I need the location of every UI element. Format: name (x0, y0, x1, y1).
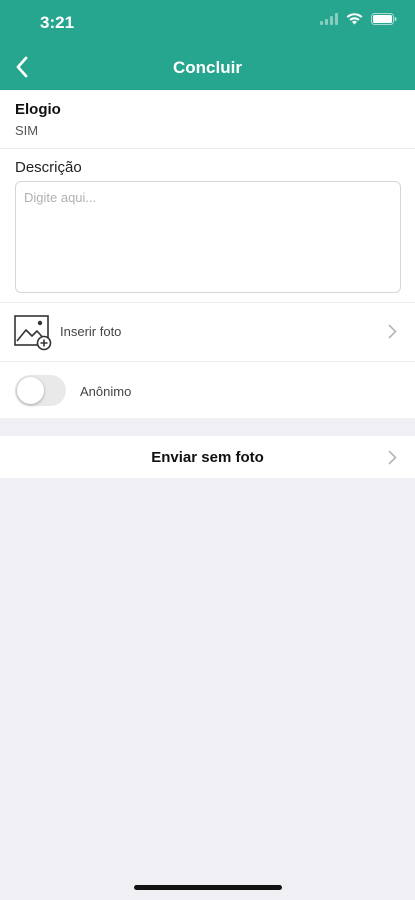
status-icons (320, 12, 397, 30)
page-title: Concluir (173, 58, 242, 77)
description-label: Descrição (15, 159, 82, 176)
add-photo-icon (14, 315, 52, 356)
send-label: Enviar sem foto (151, 449, 264, 466)
app-header: 3:21 Concluir (0, 0, 415, 90)
signal-icon (320, 12, 338, 30)
toggle-knob (17, 377, 44, 404)
chevron-right-icon (388, 450, 397, 470)
status-time: 3:21 (40, 13, 75, 32)
wifi-icon (346, 12, 363, 30)
send-without-photo-button[interactable]: Enviar sem foto (0, 436, 415, 478)
anonymous-label: Anônimo (80, 384, 132, 399)
insert-photo-row[interactable]: Inserir foto (0, 303, 415, 361)
battery-icon (371, 12, 397, 30)
type-label: Elogio (15, 101, 61, 118)
anonymous-row: Anônimo (0, 362, 415, 418)
anonymous-toggle[interactable] (15, 375, 66, 406)
divider (0, 148, 415, 149)
home-indicator (134, 885, 282, 890)
type-value: SIM (15, 123, 39, 138)
chevron-right-icon (388, 324, 397, 344)
insert-photo-label: Inserir foto (60, 324, 122, 339)
description-input[interactable] (15, 181, 401, 293)
